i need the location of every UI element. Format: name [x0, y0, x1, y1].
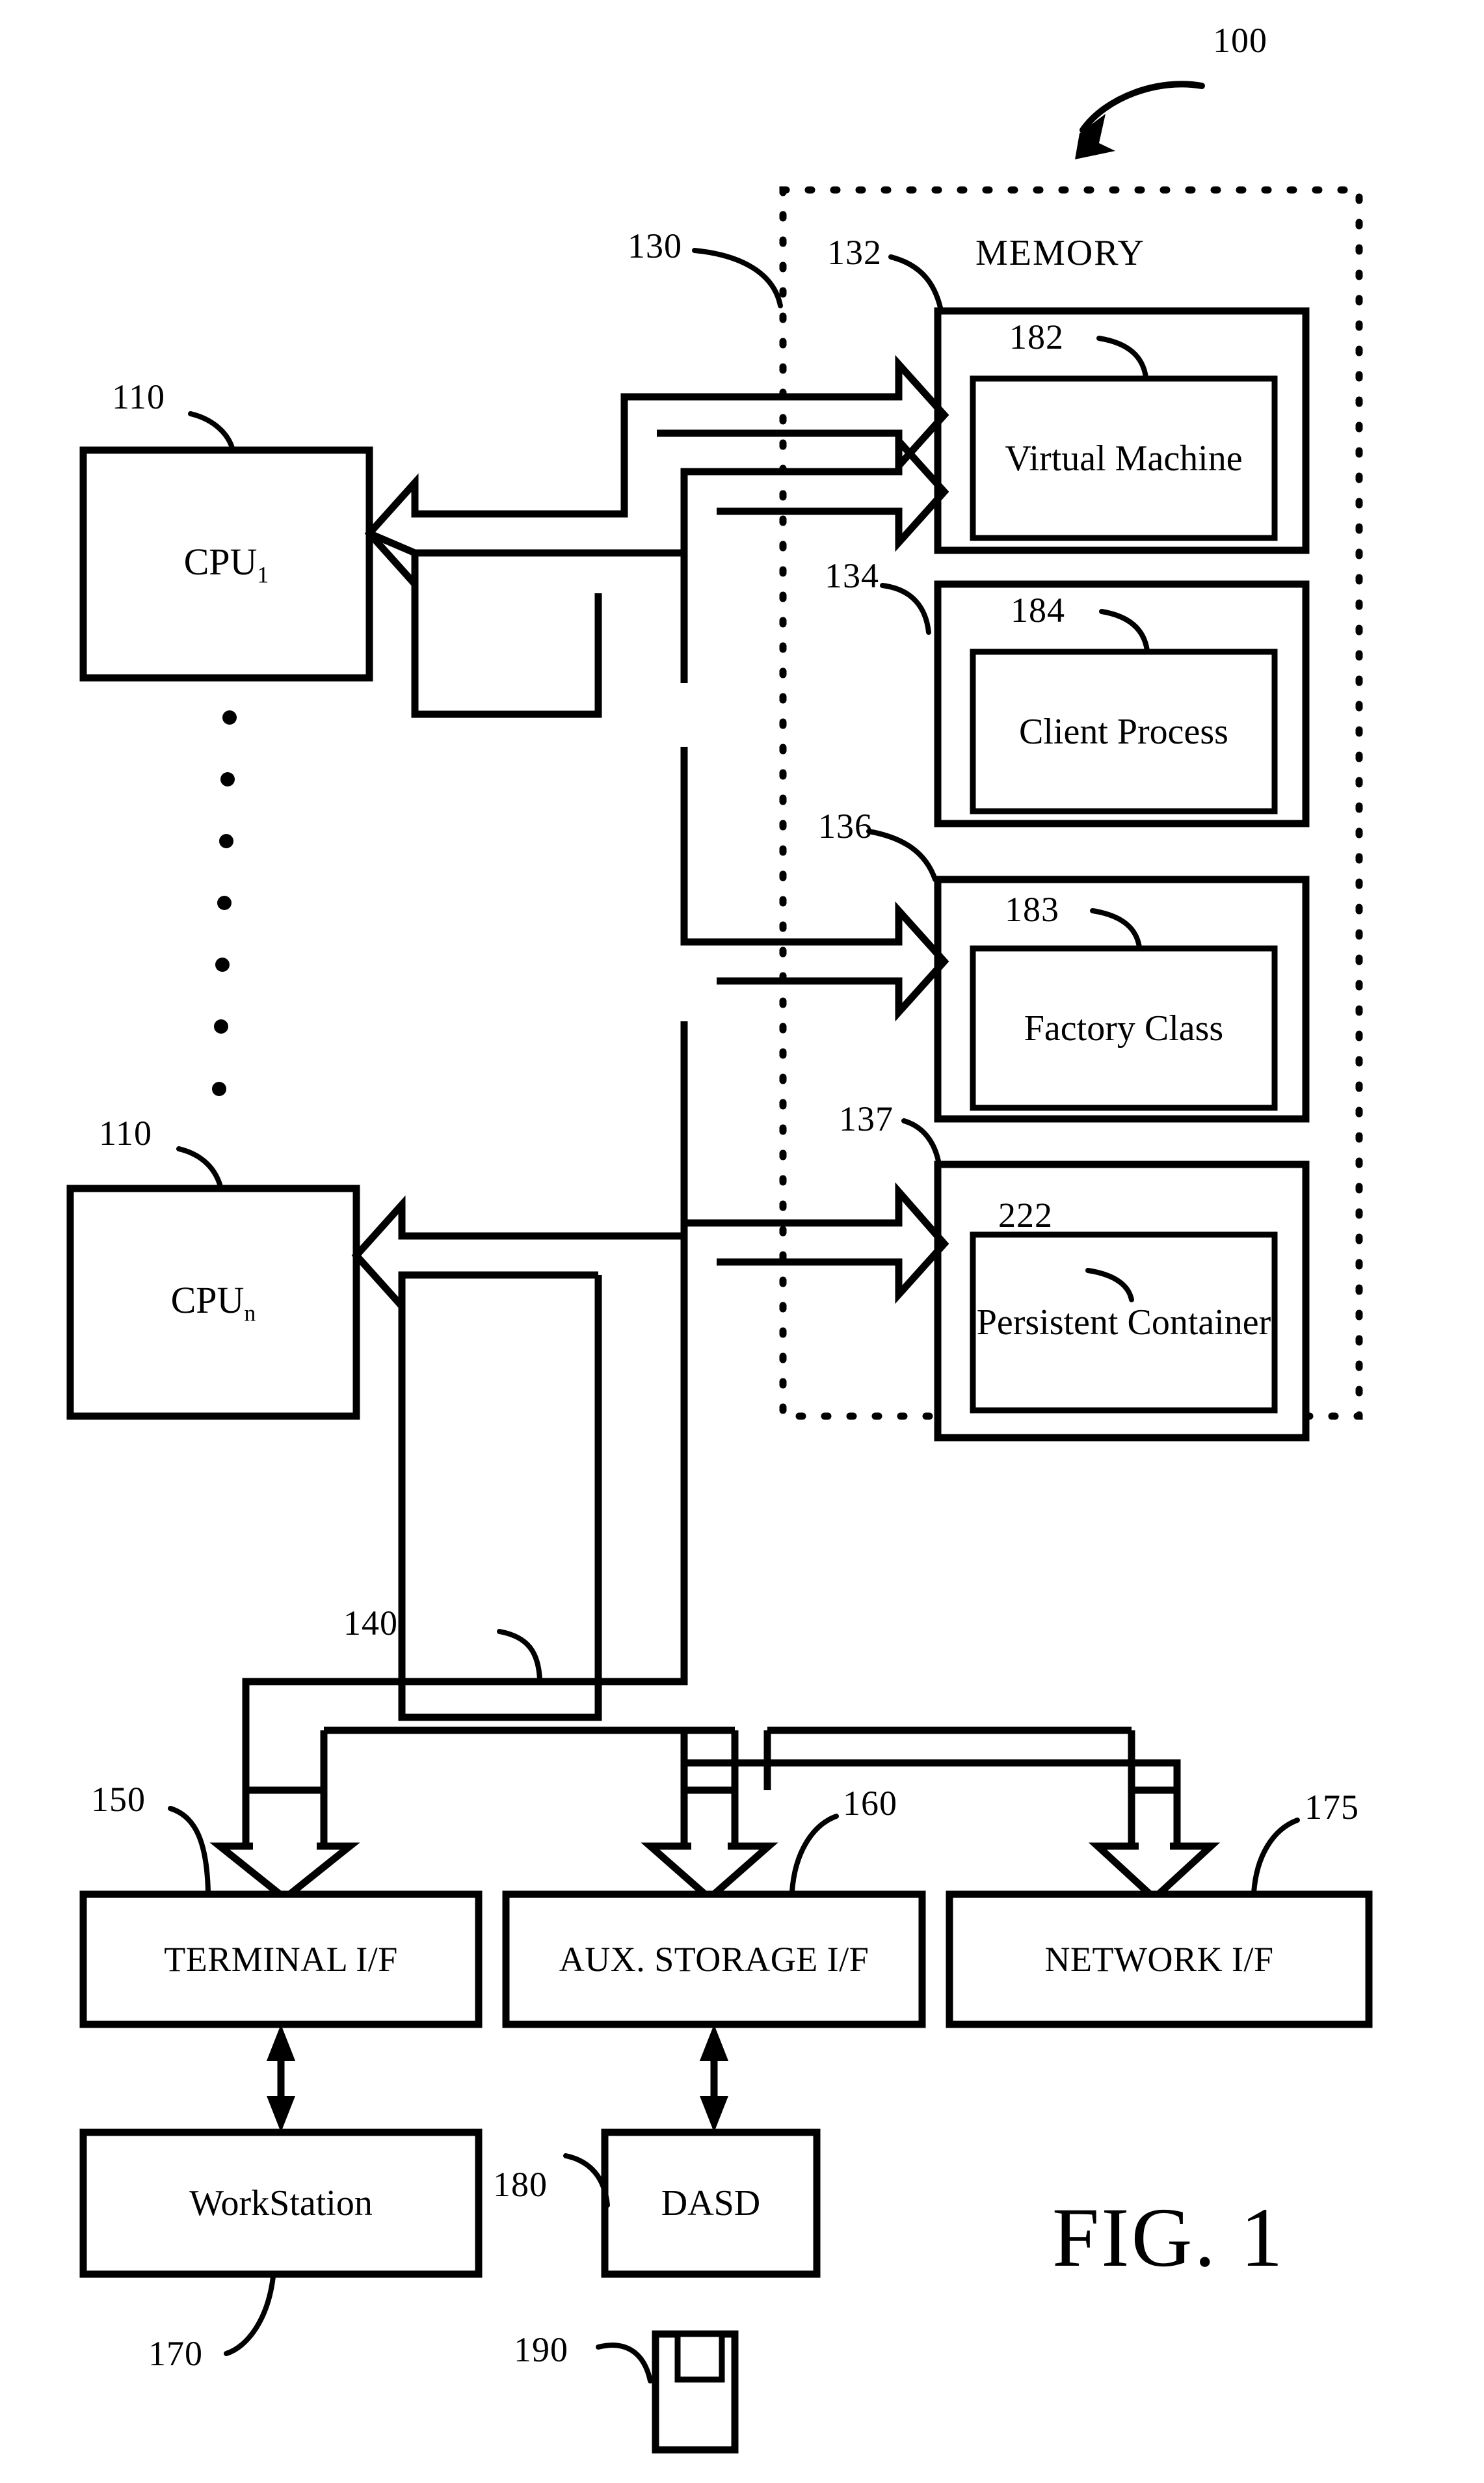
arrowhead-to-aux-storage-if — [641, 1786, 778, 1903]
aux-storage-if-label: AUX. STORAGE I/F — [506, 1894, 922, 2024]
memory-outer-box-132 — [934, 307, 1310, 554]
bus-arrow-to-cpun-upper — [351, 1195, 688, 1316]
ref-130: 130 — [628, 226, 682, 265]
ref-180: 180 — [493, 2165, 548, 2204]
workstation-text: WorkStation — [189, 2183, 373, 2223]
leader-110-cpu1 — [188, 411, 235, 453]
bus-arrow-to-cpu1-upper — [364, 397, 684, 594]
cpu1-box — [79, 446, 373, 682]
leader-160 — [789, 1814, 839, 1894]
aux-storage-if-box — [502, 1890, 926, 2028]
persistent-container-label: Persistent Container — [976, 1302, 1271, 1343]
leader-137 — [901, 1118, 942, 1167]
cpu1-subscript: 1 — [257, 561, 269, 588]
leader-150 — [168, 1806, 211, 1894]
client-process-label: Client Process — [1019, 711, 1228, 752]
workstation-box — [79, 2128, 483, 2278]
network-if-label: NETWORK I/F — [949, 1894, 1369, 2024]
ref-140: 140 — [343, 1604, 398, 1643]
ref-184: 184 — [1011, 591, 1065, 630]
network-if-text: NETWORK I/F — [1044, 1940, 1274, 1979]
system-bus-lines — [242, 1236, 1181, 1790]
leader-175 — [1251, 1818, 1300, 1896]
leader-140 — [497, 1629, 542, 1682]
bus-arrow-to-cpun-lower — [398, 1275, 602, 1721]
ref-160: 160 — [843, 1784, 897, 1823]
terminal-if-label: TERMINAL I/F — [83, 1894, 479, 2024]
cpun-label: CPUn — [70, 1188, 356, 1416]
ref-222: 222 — [998, 1196, 1053, 1235]
aux-storage-if-text: AUX. STORAGE I/F — [559, 1940, 869, 1979]
ref-150: 150 — [91, 1780, 146, 1819]
memory-outer-box-134 — [934, 580, 1310, 827]
terminal-to-workstation-connector — [267, 2024, 295, 2132]
dasd-text: DASD — [661, 2183, 761, 2223]
cpu1-label: CPU1 — [83, 450, 369, 678]
leader-136 — [866, 829, 938, 882]
memory-block-label-factory-class: Factory Class — [973, 948, 1275, 1108]
patent-figure-1: 100 130 132 MEMORY 182 Virtual Machine 1… — [0, 0, 1484, 2483]
virtual-machine-label: Virtual Machine — [1005, 438, 1243, 479]
ref-132: 132 — [827, 233, 882, 272]
leader-134 — [880, 583, 931, 635]
bus-arrow-to-cpu1-lower — [367, 530, 602, 718]
network-if-box — [946, 1890, 1373, 2028]
ref-182: 182 — [1009, 317, 1064, 356]
ref-190: 190 — [514, 2330, 568, 2369]
ref-110-cpu1: 110 — [112, 377, 165, 416]
memory-inner-box-183 — [970, 945, 1278, 1111]
leader-180 — [563, 2153, 610, 2208]
ref-175: 175 — [1305, 1788, 1359, 1827]
factory-class-label: Factory Class — [1024, 1008, 1224, 1049]
system-leader-arrow — [1075, 81, 1205, 159]
terminal-if-text: TERMINAL I/F — [164, 1940, 398, 1979]
bus-arrow-to-vm — [620, 355, 949, 514]
terminal-if-box — [79, 1890, 483, 2028]
dasd-box — [601, 2128, 821, 2278]
memory-block-label-client-process: Client Process — [973, 652, 1275, 811]
ref-100: 100 — [1213, 21, 1267, 60]
cpu1-text: CPU1 — [183, 540, 269, 588]
memory-outer-box-136 — [934, 876, 1310, 1123]
leader-130 — [692, 248, 783, 308]
leader-182 — [1096, 336, 1148, 380]
cpu-ellipsis-dots — [212, 710, 237, 1096]
leader-222 — [1085, 1268, 1134, 1302]
bus-arrow-to-client-process — [680, 431, 949, 683]
cpun-subscript: n — [244, 1300, 256, 1326]
memory-title: MEMORY — [975, 233, 1145, 273]
memory-dotted-boundary — [779, 186, 1363, 1420]
cpun-box — [66, 1185, 360, 1420]
memory-block-label-virtual-machine: Virtual Machine — [973, 379, 1275, 538]
ref-170: 170 — [148, 2334, 203, 2373]
memory-inner-box-182 — [970, 375, 1278, 541]
cpun-text: CPUn — [170, 1278, 256, 1326]
arrow-body-mask — [253, 1821, 1170, 1850]
leader-110-cpun — [176, 1146, 224, 1192]
floppy-disk-icon — [652, 2330, 739, 2454]
bus-arrow-to-factory-class — [680, 747, 949, 1022]
workstation-label: WorkStation — [83, 2132, 479, 2274]
dasd-label: DASD — [605, 2132, 817, 2274]
arrowhead-to-network-if — [1088, 1786, 1221, 1903]
ref-136: 136 — [818, 807, 873, 846]
leader-184 — [1099, 609, 1150, 653]
figure-caption: FIG. 1 — [1052, 2191, 1285, 2285]
ref-183: 183 — [1005, 890, 1059, 929]
arrowhead-to-terminal-if — [209, 1786, 360, 1903]
bus-arrow-to-persistent-container — [680, 1021, 949, 1304]
leader-170 — [224, 2274, 276, 2356]
memory-inner-box-222 — [970, 1231, 1278, 1414]
ref-110-cpun: 110 — [99, 1114, 152, 1153]
memory-inner-box-184 — [970, 649, 1278, 814]
memory-block-label-persistent-container: Persistent Container — [973, 1235, 1275, 1410]
ref-137: 137 — [839, 1099, 894, 1138]
leader-190 — [596, 2342, 653, 2383]
diagram-vector-layer — [66, 81, 1373, 2454]
aux-storage-to-dasd-connector — [700, 2024, 728, 2132]
memory-outer-box-137 — [934, 1161, 1310, 1442]
ref-134: 134 — [825, 556, 879, 595]
leader-132 — [888, 254, 944, 316]
leader-183 — [1090, 908, 1142, 950]
